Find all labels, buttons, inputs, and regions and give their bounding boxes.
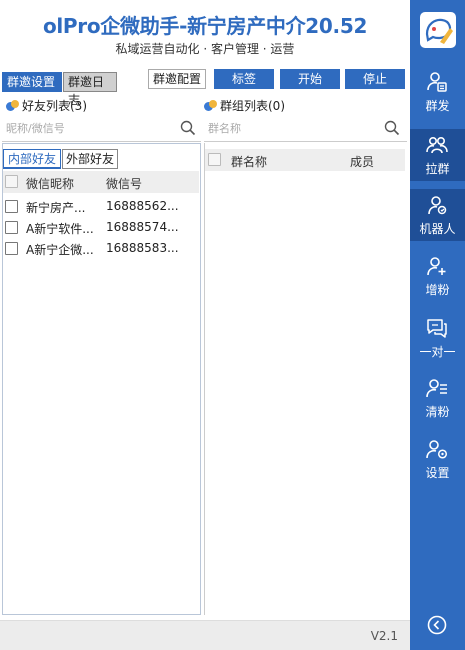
collapse-icon[interactable] bbox=[426, 614, 448, 636]
sidebar-item-label: 群发 bbox=[425, 99, 450, 113]
select-all-checkbox[interactable] bbox=[5, 175, 18, 188]
sidebar-item-pull-group[interactable]: 拉群 bbox=[410, 129, 465, 181]
groups-search-bar bbox=[204, 114, 407, 142]
app-header: olPro企微助手-新宁房产中介20.52 私域运营自动化 · 客户管理 · 运… bbox=[0, 0, 410, 64]
sidebar-item-label: 增粉 bbox=[425, 283, 450, 297]
row-nickname: A新宁软件... bbox=[26, 222, 94, 236]
groups-panel bbox=[204, 143, 407, 615]
row-wechat-id: 16888574... bbox=[106, 220, 179, 234]
column-header-nickname: 微信昵称 bbox=[26, 177, 75, 191]
sidebar-item-label: 清粉 bbox=[425, 405, 450, 419]
tag-button[interactable]: 标签 bbox=[214, 69, 274, 89]
friends-table-header: 微信昵称 微信号 bbox=[3, 171, 199, 193]
sidebar-item-add-fans[interactable]: 增粉 bbox=[410, 250, 465, 302]
app-title: olPro企微助手-新宁房产中介20.52 bbox=[42, 14, 368, 38]
row-wechat-id: 16888583... bbox=[106, 241, 179, 255]
tab-external-friends[interactable]: 外部好友 bbox=[62, 149, 118, 169]
groups-search-input[interactable] bbox=[208, 118, 368, 138]
friends-search-bar bbox=[2, 114, 201, 142]
row-checkbox[interactable] bbox=[5, 242, 18, 255]
table-row[interactable]: A新宁软件... 16888574... bbox=[3, 217, 199, 237]
robot-icon bbox=[428, 196, 447, 215]
app-logo bbox=[420, 12, 456, 48]
app-subtitle: 私域运营自动化 · 客户管理 · 运营 bbox=[115, 42, 295, 56]
row-wechat-id: 16888562... bbox=[106, 199, 179, 213]
friends-list-header: 好友列表(3) bbox=[6, 97, 87, 114]
chat-icon bbox=[427, 319, 447, 338]
clean-fans-icon bbox=[426, 379, 447, 398]
column-header-members: 成员 bbox=[350, 155, 375, 169]
add-fans-icon bbox=[427, 257, 446, 276]
table-row[interactable]: 新宁房产... 16888562... bbox=[3, 196, 199, 216]
friends-list-title: 好友列表(3) bbox=[22, 99, 87, 113]
start-button[interactable]: 开始 bbox=[280, 69, 340, 89]
group-invite-config-button[interactable]: 群邀配置 bbox=[148, 69, 206, 89]
table-row[interactable]: A新宁企微... 16888583... bbox=[3, 238, 199, 258]
settings-icon bbox=[426, 440, 448, 459]
status-bar: V2.1 bbox=[0, 620, 410, 650]
sidebar-item-robot[interactable]: 机器人 bbox=[410, 189, 465, 241]
groups-list-header: 群组列表(0) bbox=[204, 97, 285, 114]
sidebar-item-settings[interactable]: 设置 bbox=[410, 433, 465, 485]
row-nickname: 新宁房产... bbox=[26, 201, 86, 215]
friends-list-icon bbox=[6, 99, 20, 112]
column-header-group-name: 群名称 bbox=[231, 155, 268, 169]
sidebar-item-label: 机器人 bbox=[419, 222, 456, 236]
column-header-wechat-id: 微信号 bbox=[106, 177, 143, 191]
sidebar-item-label: 一对一 bbox=[419, 345, 456, 359]
select-all-groups-checkbox[interactable] bbox=[208, 153, 221, 166]
tab-internal-friends[interactable]: 内部好友 bbox=[3, 149, 61, 169]
tab-group-invite-settings[interactable]: 群邀设置 bbox=[2, 72, 62, 92]
row-nickname: A新宁企微... bbox=[26, 243, 94, 257]
group-send-icon bbox=[427, 72, 447, 92]
sidebar-item-one-on-one[interactable]: 一对一 bbox=[410, 312, 465, 364]
friends-search-input[interactable] bbox=[6, 118, 166, 138]
sidebar-item-clean-fans[interactable]: 清粉 bbox=[410, 372, 465, 424]
groups-list-icon bbox=[204, 99, 218, 112]
sidebar: 群发 拉群 机器人 增粉 一对一 清粉 设置 bbox=[410, 0, 465, 650]
row-checkbox[interactable] bbox=[5, 200, 18, 213]
logo-icon bbox=[425, 18, 453, 44]
version-label: V2.1 bbox=[370, 629, 398, 643]
sidebar-item-label: 设置 bbox=[425, 466, 450, 480]
tab-group-invite-log[interactable]: 群邀日志 bbox=[63, 72, 117, 107]
search-icon[interactable] bbox=[180, 120, 196, 136]
sidebar-item-label: 拉群 bbox=[425, 162, 450, 176]
stop-button[interactable]: 停止 bbox=[345, 69, 405, 89]
row-checkbox[interactable] bbox=[5, 221, 18, 234]
groups-table-header: 群名称 成员 bbox=[205, 149, 405, 171]
sidebar-item-group-send[interactable]: 群发 bbox=[410, 66, 465, 118]
search-icon[interactable] bbox=[384, 120, 400, 136]
groups-list-title: 群组列表(0) bbox=[220, 99, 285, 113]
pull-group-icon bbox=[426, 137, 448, 154]
